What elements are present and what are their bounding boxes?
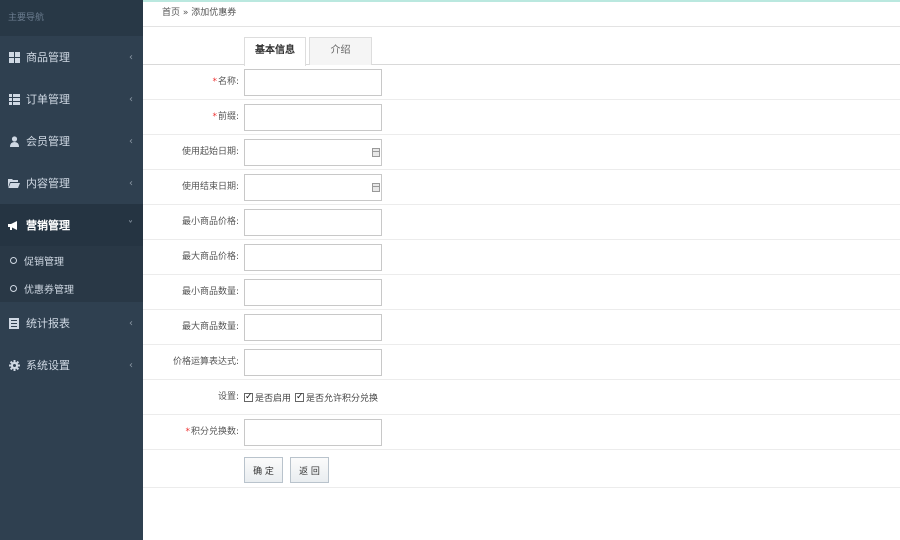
back-button[interactable]: 返 回: [290, 457, 329, 483]
required-mark: *: [212, 112, 217, 122]
sidebar-item-label: 系统设置: [26, 359, 70, 372]
sidebar-item-label: 商品管理: [26, 51, 70, 64]
min-price-input[interactable]: [244, 209, 382, 236]
sidebar-item-reports[interactable]: 统计报表 ‹: [0, 302, 143, 344]
min-qty-input[interactable]: [244, 279, 382, 306]
form-row-points: *积分兑换数:: [143, 415, 900, 450]
form-row-settings: 设置: 是否启用 是否允许积分兑换: [143, 380, 900, 415]
start-date-input[interactable]: [244, 139, 382, 166]
max-price-input[interactable]: [244, 244, 382, 271]
form-label: *积分兑换数:: [185, 415, 239, 450]
sidebar-item-label: 营销管理: [26, 219, 70, 232]
circle-icon: [10, 284, 17, 292]
price-expr-label: 价格运算表达式:: [172, 357, 239, 367]
sidebar-item-content[interactable]: 内容管理 ‹: [0, 162, 143, 204]
main-content: 首页 » 添加优惠券 基本信息 介绍 *名称: *前缀: 使用起始日期: 使用结…: [143, 0, 900, 540]
list-icon: [8, 93, 20, 105]
name-input[interactable]: [244, 69, 382, 96]
chevron-left-icon: ‹: [129, 93, 133, 105]
chevron-left-icon: ‹: [129, 177, 133, 189]
bullhorn-icon: [8, 219, 20, 231]
sidebar-item-label: 会员管理: [26, 135, 70, 148]
sidebar-subitem-label: 优惠券管理: [24, 284, 74, 296]
chevron-left-icon: ‹: [129, 51, 133, 63]
form-row-min-price: 最小商品价格:: [143, 205, 900, 240]
grid-icon: [8, 51, 20, 63]
max-qty-label: 最大商品数量:: [181, 322, 239, 332]
settings-checks: 是否启用 是否允许积分兑换: [244, 380, 382, 415]
form-row-start-date: 使用起始日期:: [143, 135, 900, 170]
form-row-price-expr: 价格运算表达式:: [143, 345, 900, 380]
form-label: *名称:: [212, 65, 239, 100]
sidebar: 主要导航 商品管理 ‹ 订单管理 ‹ 会员管理 ‹ 内容管理 ‹ 营销管理 ˅: [0, 0, 143, 540]
confirm-button[interactable]: 确 定: [244, 457, 283, 483]
form-row-name: *名称:: [143, 65, 900, 100]
tab-bar: 基本信息 介绍: [143, 27, 900, 66]
chevron-left-icon: ‹: [129, 135, 133, 147]
price-expr-input[interactable]: [244, 349, 382, 376]
tab-introduction[interactable]: 介绍: [309, 37, 372, 65]
calendar-icon[interactable]: [372, 183, 380, 192]
allow-points-label: 是否允许积分兑换: [306, 394, 379, 404]
sidebar-subitem-coupons[interactable]: 优惠券管理: [0, 274, 143, 302]
sidebar-item-products[interactable]: 商品管理 ‹: [0, 36, 143, 78]
required-mark: *: [185, 427, 190, 437]
required-mark: *: [212, 77, 217, 87]
user-icon: [8, 135, 20, 147]
breadcrumb: 首页 » 添加优惠券: [143, 0, 900, 27]
sidebar-item-label: 内容管理: [26, 177, 70, 190]
max-price-label: 最大商品价格:: [181, 252, 239, 262]
tab-basic-info[interactable]: 基本信息: [244, 37, 306, 66]
settings-label: 设置:: [217, 392, 239, 402]
name-label: 名称:: [217, 77, 239, 87]
form-row-max-price: 最大商品价格:: [143, 240, 900, 275]
form-row-max-qty: 最大商品数量:: [143, 310, 900, 345]
sidebar-item-marketing[interactable]: 营销管理 ˅: [0, 204, 143, 246]
min-price-label: 最小商品价格:: [181, 217, 239, 227]
points-input[interactable]: [244, 419, 382, 446]
calendar-icon[interactable]: [372, 148, 380, 157]
end-date-label: 使用结束日期:: [181, 182, 239, 192]
form-row-prefix: *前缀:: [143, 100, 900, 135]
folder-open-icon: [8, 177, 20, 189]
points-label: 积分兑换数:: [190, 427, 239, 437]
min-qty-label: 最小商品数量:: [181, 287, 239, 297]
form-label: *前缀:: [212, 100, 239, 135]
start-date-label: 使用起始日期:: [181, 147, 239, 157]
report-icon: [8, 317, 20, 329]
submenu-marketing: 促销管理 优惠券管理: [0, 246, 143, 302]
end-date-input[interactable]: [244, 174, 382, 201]
enabled-label: 是否启用: [255, 394, 292, 404]
chevron-down-icon: ˅: [128, 219, 133, 231]
top-accent-line: [143, 0, 900, 2]
form-row-min-qty: 最小商品数量:: [143, 275, 900, 310]
sidebar-item-label: 统计报表: [26, 317, 70, 330]
gear-icon: [8, 359, 20, 371]
button-row: 确 定 返 回: [143, 450, 900, 488]
chevron-left-icon: ‹: [129, 359, 133, 371]
form-row-end-date: 使用结束日期:: [143, 170, 900, 205]
max-qty-input[interactable]: [244, 314, 382, 341]
sidebar-item-orders[interactable]: 订单管理 ‹: [0, 78, 143, 120]
sidebar-item-settings[interactable]: 系统设置 ‹: [0, 344, 143, 386]
sidebar-item-label: 订单管理: [26, 93, 70, 106]
sidebar-subitem-promotions[interactable]: 促销管理: [0, 246, 143, 274]
allow-points-checkbox[interactable]: [295, 391, 305, 403]
sidebar-header: 主要导航: [0, 0, 143, 36]
sidebar-item-members[interactable]: 会员管理 ‹: [0, 120, 143, 162]
prefix-input[interactable]: [244, 104, 382, 131]
enabled-checkbox[interactable]: [244, 391, 253, 403]
sidebar-subitem-label: 促销管理: [24, 256, 64, 268]
prefix-label: 前缀:: [217, 112, 239, 122]
chevron-left-icon: ‹: [129, 317, 133, 329]
circle-icon: [10, 256, 17, 264]
